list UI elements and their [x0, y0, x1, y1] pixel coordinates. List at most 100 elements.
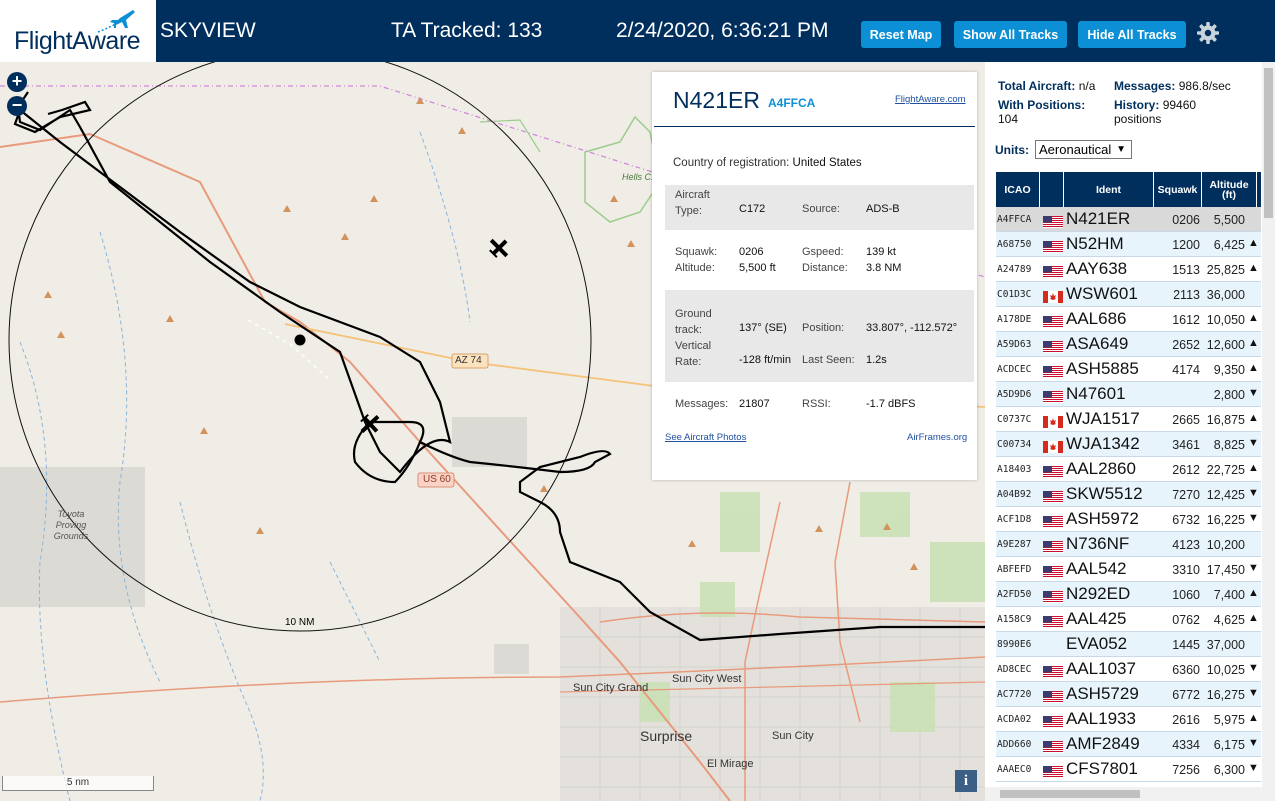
- row-altitude: 16,225: [1206, 513, 1245, 527]
- row-vertical-rate-icon: ▼: [1248, 762, 1259, 774]
- us-flag-icon: [1043, 565, 1063, 578]
- row-icao: A9E287: [997, 539, 1032, 550]
- distance-label: Distance:: [802, 262, 848, 274]
- zoom-out-button[interactable]: −: [7, 96, 27, 116]
- table-row[interactable]: A158C9 AAL425 0762 4,625 ▲: [996, 607, 1261, 632]
- track-value: 137° (SE): [739, 322, 787, 334]
- column-icao[interactable]: ICAO: [996, 172, 1040, 207]
- table-row[interactable]: C0737C WJA1517 2665 16,875 ▲: [996, 407, 1261, 432]
- zoom-in-button[interactable]: +: [7, 72, 27, 92]
- table-row[interactable]: ADD660 AMF2849 4334 6,175 ▼: [996, 732, 1261, 757]
- table-row[interactable]: ACDCEC ASH5885 4174 9,350 ▲: [996, 357, 1261, 382]
- row-altitude: 10,050: [1206, 313, 1245, 327]
- map-label-sun-city-grand: Sun City Grand: [573, 682, 649, 694]
- gear-icon[interactable]: [1196, 21, 1220, 45]
- distance-value: 3.8 NM: [866, 262, 902, 274]
- column-flag[interactable]: [1040, 172, 1064, 207]
- table-row[interactable]: A04B92 SKW5512 7270 12,425 ▼: [996, 482, 1261, 507]
- row-vertical-rate-icon: ▲: [1248, 237, 1259, 249]
- row-squawk: 0206: [1172, 213, 1200, 227]
- table-row[interactable]: AAAEC0 CFS7801 7256 6,300 ▼: [996, 757, 1261, 782]
- table-row[interactable]: A178DE AAL686 1612 10,050 ▲: [996, 307, 1261, 332]
- squawk-value: 0206: [739, 246, 764, 258]
- table-row[interactable]: C01D3C WSW601 2113 36,000: [996, 282, 1261, 307]
- row-icao: C00734: [997, 439, 1032, 450]
- row-icao: A158C9: [997, 614, 1032, 625]
- squawk-block: Squawk: 0206 Gspeed: 139 kt Altitude: 5,…: [665, 240, 974, 280]
- table-row[interactable]: A5D9D6 N47601 2,800 ▼: [996, 382, 1261, 407]
- row-squawk: 2612: [1172, 463, 1200, 477]
- scrollbar-thumb[interactable]: [1264, 68, 1273, 218]
- row-squawk: 6732: [1172, 513, 1200, 527]
- row-icao: AAAEC0: [997, 764, 1032, 775]
- map-label-surprise: Surprise: [640, 728, 693, 744]
- table-row[interactable]: ABFEFD AAL542 3310 17,450 ▼: [996, 557, 1261, 582]
- table-row[interactable]: A4FFCA N421ER 0206 5,500: [996, 207, 1261, 232]
- row-ident: AAL686: [1066, 309, 1127, 328]
- row-icao: A24789: [997, 264, 1032, 275]
- h-scrollbar-thumb[interactable]: [1000, 790, 1140, 798]
- units-select[interactable]: Aeronautical ▼: [1035, 140, 1132, 159]
- table-row[interactable]: ACF1D8 ASH5972 6732 16,225 ▼: [996, 507, 1261, 532]
- row-ident: ASH5972: [1066, 509, 1139, 528]
- table-header: ICAO Ident Squawk Altitude (ft): [996, 172, 1261, 207]
- row-vertical-rate-icon: ▲: [1248, 587, 1259, 599]
- aircraft-photos-link[interactable]: See Aircraft Photos: [665, 432, 746, 443]
- table-row[interactable]: C00734 WJA1342 3461 8,825 ▼: [996, 432, 1261, 457]
- table-row[interactable]: ACDA02 AAL1933 2616 5,975 ▲: [996, 707, 1261, 732]
- row-icao: ABFEFD: [997, 564, 1032, 575]
- row-altitude: 12,425: [1206, 488, 1245, 502]
- row-squawk: 7270: [1172, 488, 1200, 502]
- table-row[interactable]: AC7720 ASH5729 6772 16,275 ▼: [996, 682, 1261, 707]
- row-vertical-rate-icon: ▼: [1248, 512, 1259, 524]
- table-row[interactable]: A2FD50 N292ED 1060 7,400 ▲: [996, 582, 1261, 607]
- table-row[interactable]: A9E287 N736NF 4123 10,200: [996, 532, 1261, 557]
- table-row[interactable]: A24789 AAY638 1513 25,825 ▲: [996, 257, 1261, 282]
- us-flag-icon: [1043, 340, 1063, 353]
- road-label-az74: AZ 74: [455, 355, 482, 366]
- us-flag-icon: [1043, 665, 1063, 678]
- row-altitude: 17,450: [1206, 563, 1245, 577]
- country-label: Country of registration:: [673, 157, 790, 169]
- position-label: Position:: [802, 322, 845, 334]
- row-vertical-rate-icon: ▲: [1248, 612, 1259, 624]
- row-altitude: 25,825: [1206, 263, 1245, 277]
- with-positions-value: 104: [998, 112, 1019, 126]
- rssi-label: RSSI:: [802, 398, 831, 410]
- hide-all-tracks-button[interactable]: Hide All Tracks: [1078, 21, 1186, 48]
- flightaware-link[interactable]: FlightAware.com: [895, 94, 966, 105]
- column-squawk[interactable]: Squawk: [1154, 172, 1202, 207]
- country-row: Country of registration: United States: [673, 157, 862, 169]
- table-row[interactable]: A59D63 ASA649 2652 12,600 ▲: [996, 332, 1261, 357]
- table-row[interactable]: AD8CEC AAL1037 6360 10,025 ▼: [996, 657, 1261, 682]
- row-vertical-rate-icon: ▼: [1248, 687, 1259, 699]
- horizontal-scrollbar[interactable]: [985, 787, 1262, 801]
- row-squawk: 6360: [1172, 663, 1200, 677]
- map-info-button[interactable]: i: [955, 770, 977, 792]
- history: History: 99460 positions: [1114, 98, 1214, 126]
- messages-rate-value: 986.8/sec: [1178, 79, 1231, 93]
- column-altitude[interactable]: Altitude (ft): [1202, 172, 1257, 207]
- show-all-tracks-button[interactable]: Show All Tracks: [954, 21, 1067, 48]
- messages-rate-label: Messages:: [1114, 79, 1176, 93]
- reset-map-button[interactable]: Reset Map: [861, 21, 941, 48]
- us-flag-icon: [1043, 515, 1063, 528]
- table-row[interactable]: A68750 N52HM 1200 6,425 ▲: [996, 232, 1261, 257]
- row-altitude: 4,625: [1213, 613, 1245, 627]
- column-ident[interactable]: Ident: [1064, 172, 1154, 207]
- us-flag-icon: [1043, 590, 1063, 603]
- row-ident: N421ER: [1066, 209, 1131, 228]
- row-squawk: 2616: [1172, 713, 1200, 727]
- airframes-link[interactable]: AirFrames.org: [907, 432, 967, 443]
- row-altitude: 22,725: [1206, 463, 1245, 477]
- table-row[interactable]: A18403 AAL2860 2612 22,725 ▲: [996, 457, 1261, 482]
- row-squawk: 1200: [1172, 238, 1200, 252]
- vertical-scrollbar[interactable]: [1262, 62, 1275, 801]
- row-icao: AD8CEC: [997, 664, 1032, 675]
- row-altitude: 10,025: [1206, 663, 1245, 677]
- flightaware-logo[interactable]: FlightAware: [0, 0, 156, 62]
- row-squawk: 7256: [1172, 763, 1200, 777]
- table-row[interactable]: 8990E6 EVA052 1445 37,000: [996, 632, 1261, 657]
- country-value: United States: [792, 157, 862, 169]
- map-label-toyota: Toyota Proving Grounds: [53, 509, 89, 541]
